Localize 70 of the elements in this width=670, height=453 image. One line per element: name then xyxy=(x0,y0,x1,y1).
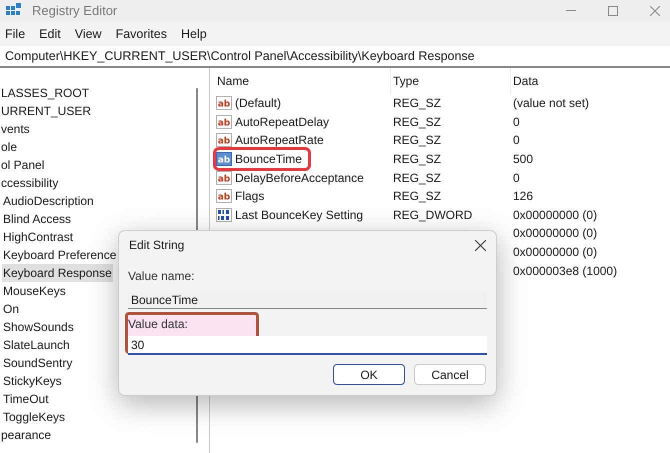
tree-item[interactable]: LASSES_ROOT xyxy=(0,84,90,102)
tree-item[interactable]: SlateLaunch xyxy=(2,336,71,354)
value-data: 0 xyxy=(513,170,520,185)
value-name[interactable]: ab BounceTime xyxy=(216,150,308,168)
field-label: Value name: xyxy=(128,268,196,285)
value-data: 0 xyxy=(513,114,520,129)
value-data: 0x00000000 (0) xyxy=(513,245,598,260)
menu-item[interactable]: Favorites xyxy=(116,24,167,44)
value-type: REG_SZ xyxy=(393,152,442,166)
value-data: 0x00000000 (0) xyxy=(513,208,598,222)
value-data: 126 xyxy=(513,189,534,204)
dialog-title: Edit String xyxy=(129,237,184,254)
string-value-icon: ab xyxy=(216,96,232,110)
menu-item[interactable]: Help xyxy=(180,24,207,44)
menu-item[interactable]: View xyxy=(74,24,102,44)
value-data: 0x000003e8 (1000) xyxy=(513,264,618,278)
tree-item[interactable]: On xyxy=(2,300,20,318)
value-name[interactable]: ab (Default) xyxy=(216,94,288,112)
binary-value-icon xyxy=(216,208,232,222)
string-value-icon: ab xyxy=(216,170,232,185)
minimize-icon[interactable] xyxy=(566,10,576,12)
menu-item[interactable]: Edit xyxy=(39,24,61,44)
column-header[interactable]: Name xyxy=(216,68,390,94)
value-name[interactable]: ab AutoRepeatDelay xyxy=(216,112,336,131)
field-label: Value data: xyxy=(128,317,188,331)
tree-item[interactable]: ShowSounds xyxy=(2,318,75,336)
tree-item[interactable]: TimeOut xyxy=(2,390,50,408)
menu-item[interactable]: File xyxy=(5,24,26,44)
dialog-button[interactable]: Cancel xyxy=(414,364,486,385)
value-data: 0x00000000 (0) xyxy=(513,226,598,240)
value-data: 500 xyxy=(513,152,534,166)
value-type: REG_SZ xyxy=(393,114,442,129)
tree-item[interactable]: ToggleKeys xyxy=(2,408,66,426)
string-value-icon: ab xyxy=(216,133,232,148)
tree-item[interactable]: vents xyxy=(0,120,31,138)
string-value-icon: ab xyxy=(216,114,232,129)
dialog-button[interactable]: OK xyxy=(333,364,405,385)
window-title: Registry Editor xyxy=(32,2,118,20)
column-header[interactable]: Type xyxy=(390,68,510,94)
tree-item[interactable]: Keyboard Response xyxy=(2,264,113,282)
value-data-field[interactable]: 30 xyxy=(128,336,487,355)
value-name[interactable]: ab DelayBeforeAcceptance xyxy=(216,168,370,187)
tree-item[interactable]: ole xyxy=(0,138,18,156)
value-type: REG_SZ xyxy=(393,170,442,185)
tree-item[interactable]: AudioDescription xyxy=(2,192,95,210)
string-value-icon: ab xyxy=(216,152,232,166)
address-bar[interactable]: Computer\HKEY_CURRENT_USER\Control Panel\Accessibility\Keyboard Response xyxy=(0,47,670,68)
tree-item[interactable]: URRENT_USER xyxy=(0,102,92,120)
maximize-icon[interactable] xyxy=(608,6,618,16)
value-name[interactable]: ab Flags xyxy=(216,187,270,206)
tree-item[interactable]: StickyKeys xyxy=(2,372,63,390)
tree-item[interactable]: MouseKeys xyxy=(2,282,67,300)
value-type: REG_SZ xyxy=(393,96,442,110)
close-icon[interactable] xyxy=(475,240,486,250)
tree-item[interactable]: SoundSentry xyxy=(2,354,74,372)
value-data: 0 xyxy=(513,133,520,148)
value-type: REG_DWORD xyxy=(393,208,472,222)
tree-item[interactable]: ol Panel xyxy=(0,156,46,174)
tree-item[interactable]: pearance xyxy=(0,426,52,444)
string-value-icon: ab xyxy=(216,189,232,204)
value-data: (value not set) xyxy=(513,96,590,110)
value-name[interactable]: ab AutoRepeatRate xyxy=(216,131,330,150)
tree-item[interactable]: ccessibility xyxy=(0,174,60,192)
column-header[interactable]: Data xyxy=(510,68,660,94)
tree-item[interactable]: HighContrast xyxy=(2,228,74,246)
tree-item[interactable]: Blind Access xyxy=(2,210,72,228)
value-type: REG_SZ xyxy=(393,189,442,204)
value-name[interactable]: Last BounceKey Setting xyxy=(216,206,370,224)
value-type: REG_SZ xyxy=(393,133,442,148)
tree-item[interactable]: Keyboard Preference xyxy=(2,246,118,264)
